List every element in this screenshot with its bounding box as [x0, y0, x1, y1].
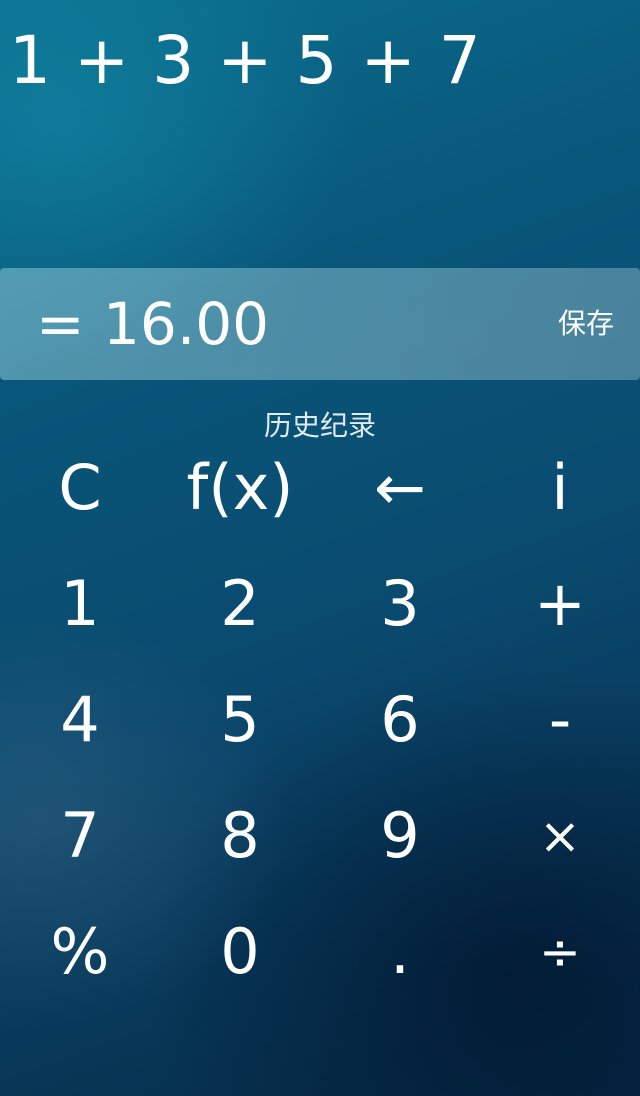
digit-4-button[interactable]: 4: [0, 662, 160, 778]
digit-0-button[interactable]: 0: [160, 894, 320, 1010]
digit-1-button[interactable]: 1: [0, 546, 160, 662]
subtract-button[interactable]: -: [480, 662, 640, 778]
digit-3-button[interactable]: 3: [320, 546, 480, 662]
digit-9-button[interactable]: 9: [320, 778, 480, 894]
clear-button[interactable]: C: [0, 430, 160, 546]
expression-display: 1 + 3 + 5 + 7: [9, 22, 482, 99]
digit-7-button[interactable]: 7: [0, 778, 160, 894]
decimal-button[interactable]: .: [320, 894, 480, 1010]
save-button[interactable]: 保存: [558, 304, 614, 344]
digit-5-button[interactable]: 5: [160, 662, 320, 778]
info-button[interactable]: i: [480, 430, 640, 546]
multiply-button[interactable]: ×: [480, 778, 640, 894]
digit-2-button[interactable]: 2: [160, 546, 320, 662]
divide-button[interactable]: ÷: [480, 894, 640, 1010]
digit-8-button[interactable]: 8: [160, 778, 320, 894]
backspace-button[interactable]: ←: [320, 430, 480, 546]
digit-6-button[interactable]: 6: [320, 662, 480, 778]
add-button[interactable]: +: [480, 546, 640, 662]
result-value: = 16.00: [36, 290, 270, 358]
keypad: C f(x) ← i 1 2 3 + 4 5 6 - 7 8 9 × % 0 .…: [0, 430, 640, 1010]
percent-button[interactable]: %: [0, 894, 160, 1010]
function-button[interactable]: f(x): [160, 430, 320, 546]
result-bar: = 16.00 保存: [0, 268, 640, 380]
